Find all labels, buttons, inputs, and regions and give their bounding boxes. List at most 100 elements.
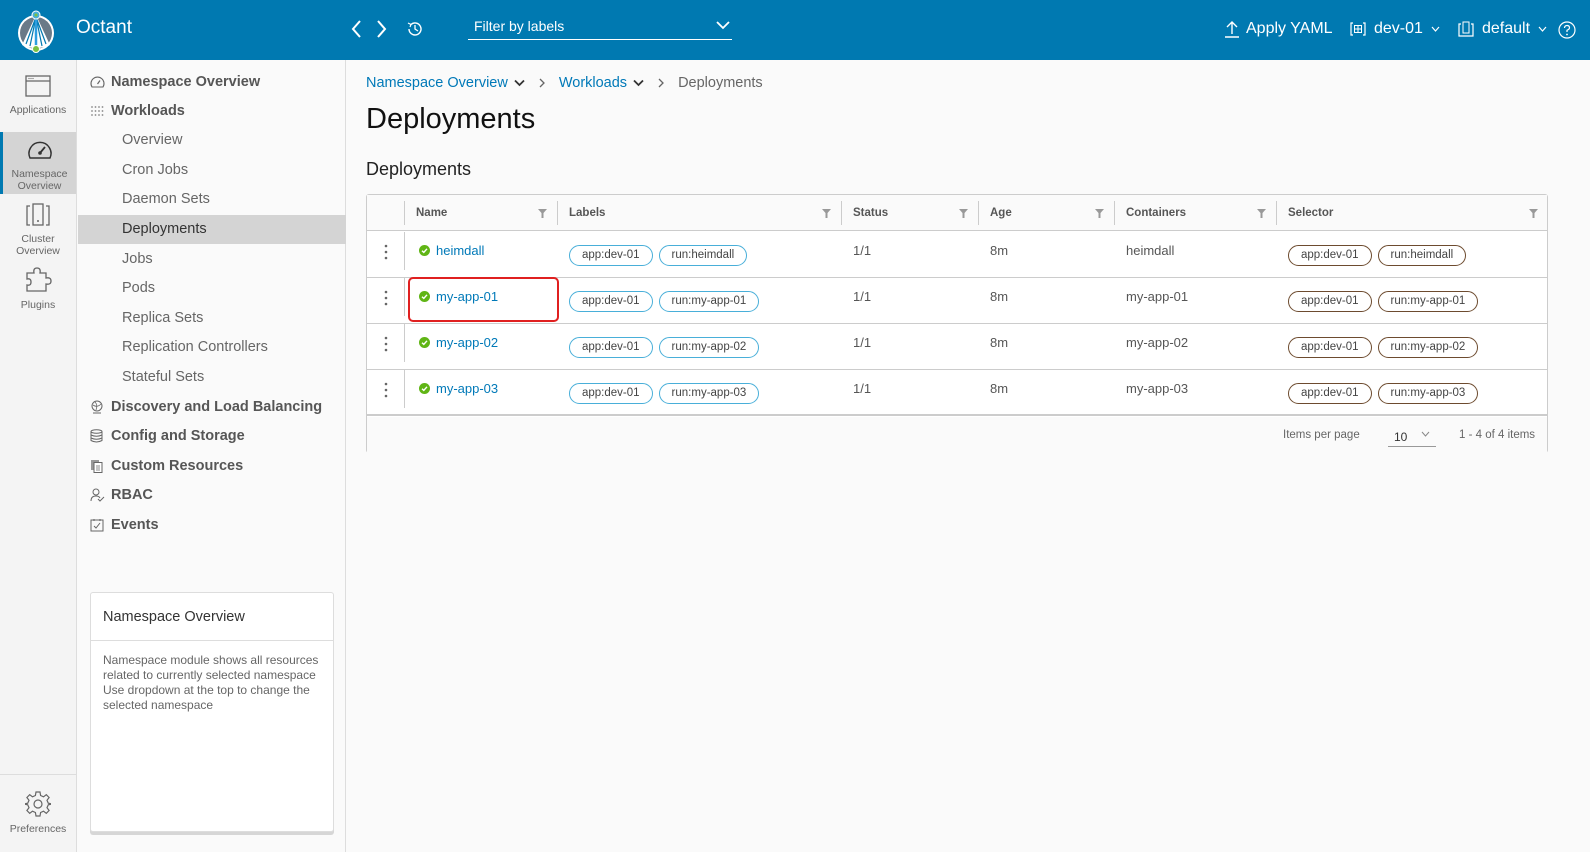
nav-config-storage[interactable]: Config and Storage [78,423,346,449]
status-ok-icon [419,383,430,394]
deployment-link[interactable]: my-app-03 [419,381,498,396]
navigation-panel: Namespace Overview Workloads Overview Cr… [78,60,346,852]
nav-group-label: Namespace Overview [111,74,261,90]
forward-arrow-icon[interactable] [372,17,390,41]
status-cell: 1/1 [853,381,872,396]
row-actions-icon[interactable] [381,380,391,400]
breadcrumb-namespace-overview[interactable]: Namespace Overview [366,75,525,91]
containers-cell: my-app-02 [1126,335,1189,350]
selector-pill[interactable]: app:dev-01 [1288,291,1372,312]
items-per-page-select[interactable]: 10 [1388,425,1436,447]
label-pill[interactable]: app:dev-01 [569,291,653,312]
column-header-status[interactable]: Status [841,195,978,231]
breadcrumb-separator-icon [658,78,664,88]
nav-item-replica-sets[interactable]: Replica Sets [78,304,346,333]
labels-cell: app:dev-01 run:my-app-01 [569,291,765,312]
nav-item-pods[interactable]: Pods [78,274,346,303]
row-divider [404,232,405,270]
nav-item-replication-controllers[interactable]: Replication Controllers [78,333,346,362]
labels-cell: app:dev-01 run:heimdall [569,245,753,266]
label-pill[interactable]: run:my-app-01 [658,291,760,312]
rail-item-preferences[interactable]: Preferences [0,791,76,841]
nav-item-daemon-sets[interactable]: Daemon Sets [78,185,346,214]
nav-workloads[interactable]: Workloads [78,98,346,124]
octant-logo-icon[interactable] [16,9,56,53]
label-pill[interactable]: app:dev-01 [569,383,653,404]
chevron-down-icon [1538,26,1547,32]
nav-rbac[interactable]: RBAC [78,482,346,508]
chevron-down-icon[interactable] [633,79,644,87]
filter-by-labels-select[interactable]: Filter by labels [468,14,732,40]
back-arrow-icon[interactable] [348,17,366,41]
deployment-link[interactable]: my-app-02 [419,335,498,350]
nav-group-label: Custom Resources [111,458,244,474]
selector-pill[interactable]: app:dev-01 [1288,383,1372,404]
filter-icon[interactable] [1095,209,1104,218]
chevron-down-icon [716,21,730,30]
column-header-selector[interactable]: Selector [1276,195,1548,231]
column-divider [1114,201,1115,225]
nav-item-jobs[interactable]: Jobs [78,245,346,274]
deployment-link[interactable]: my-app-01 [419,289,498,304]
breadcrumb-workloads[interactable]: Workloads [559,75,644,91]
status-ok-icon [419,337,430,348]
deployment-name: my-app-02 [436,335,499,350]
filter-icon[interactable] [822,209,831,218]
nav-custom-resources[interactable]: Custom Resources [78,453,346,479]
column-header-containers[interactable]: Containers [1114,195,1276,231]
help-icon[interactable] [1558,21,1576,39]
breadcrumb-separator-icon [539,78,545,88]
selector-pill[interactable]: app:dev-01 [1288,337,1372,358]
filter-icon[interactable] [538,209,547,218]
column-header-name[interactable]: Name [404,195,557,231]
namespace-select[interactable]: default [1458,20,1547,38]
chevron-down-icon[interactable] [514,79,525,87]
deployment-link[interactable]: heimdall [419,243,484,258]
breadcrumb-label: Namespace Overview [366,75,508,91]
row-actions-icon[interactable] [381,242,391,262]
history-icon[interactable] [406,20,424,38]
name-cell: heimdall [419,243,484,258]
nav-namespace-overview[interactable]: Namespace Overview [78,69,346,95]
selector-cell: app:dev-01 run:my-app-02 [1288,337,1484,358]
nav-item-label: Jobs [122,251,153,267]
name-cell: my-app-03 [419,381,498,396]
column-divider [404,201,405,225]
selector-pill[interactable]: run:my-app-01 [1377,291,1479,312]
selector-pill[interactable]: run:heimdall [1377,245,1467,266]
rail-item-plugins[interactable]: Plugins [0,267,76,319]
selector-pill[interactable]: app:dev-01 [1288,245,1372,266]
filter-icon[interactable] [1529,209,1538,218]
nav-item-deployments[interactable]: Deployments [78,215,346,244]
rail-item-namespace-overview[interactable]: Namespace Overview [0,132,76,194]
rail-item-applications[interactable]: Applications [0,74,76,134]
nav-item-label: Cron Jobs [122,162,189,178]
selector-pill[interactable]: run:my-app-03 [1377,383,1479,404]
nav-discovery-load-balancing[interactable]: Discovery and Load Balancing [78,394,346,420]
label-pill[interactable]: app:dev-01 [569,337,653,358]
label-pill[interactable]: run:my-app-02 [658,337,760,358]
module-info-card: Namespace Overview Namespace module show… [90,592,334,832]
selector-pill[interactable]: run:my-app-02 [1377,337,1479,358]
row-actions-icon[interactable] [381,288,391,308]
nav-item-overview[interactable]: Overview [78,126,346,155]
status-cell: 1/1 [853,335,872,350]
filter-icon[interactable] [1257,209,1266,218]
row-actions-icon[interactable] [381,334,391,354]
cluster-context-select[interactable]: dev-01 [1350,20,1440,38]
column-header-age[interactable]: Age [978,195,1114,231]
nav-item-cron-jobs[interactable]: Cron Jobs [78,156,346,185]
rail-item-label: Namespace Overview [11,168,68,192]
nav-events[interactable]: Events [78,512,346,538]
filter-icon[interactable] [959,209,968,218]
nav-item-stateful-sets[interactable]: Stateful Sets [78,363,346,392]
cluster-icon [1350,22,1366,36]
apply-yaml-button[interactable]: Apply YAML [1224,20,1333,38]
label-pill[interactable]: run:my-app-03 [658,383,760,404]
rail-item-cluster-overview[interactable]: Cluster Overview [0,203,76,261]
column-header-labels[interactable]: Labels [557,195,841,231]
cluster-context-label: dev-01 [1374,20,1423,37]
deployment-name: heimdall [436,243,485,258]
label-pill[interactable]: run:heimdall [658,245,748,266]
label-pill[interactable]: app:dev-01 [569,245,653,266]
